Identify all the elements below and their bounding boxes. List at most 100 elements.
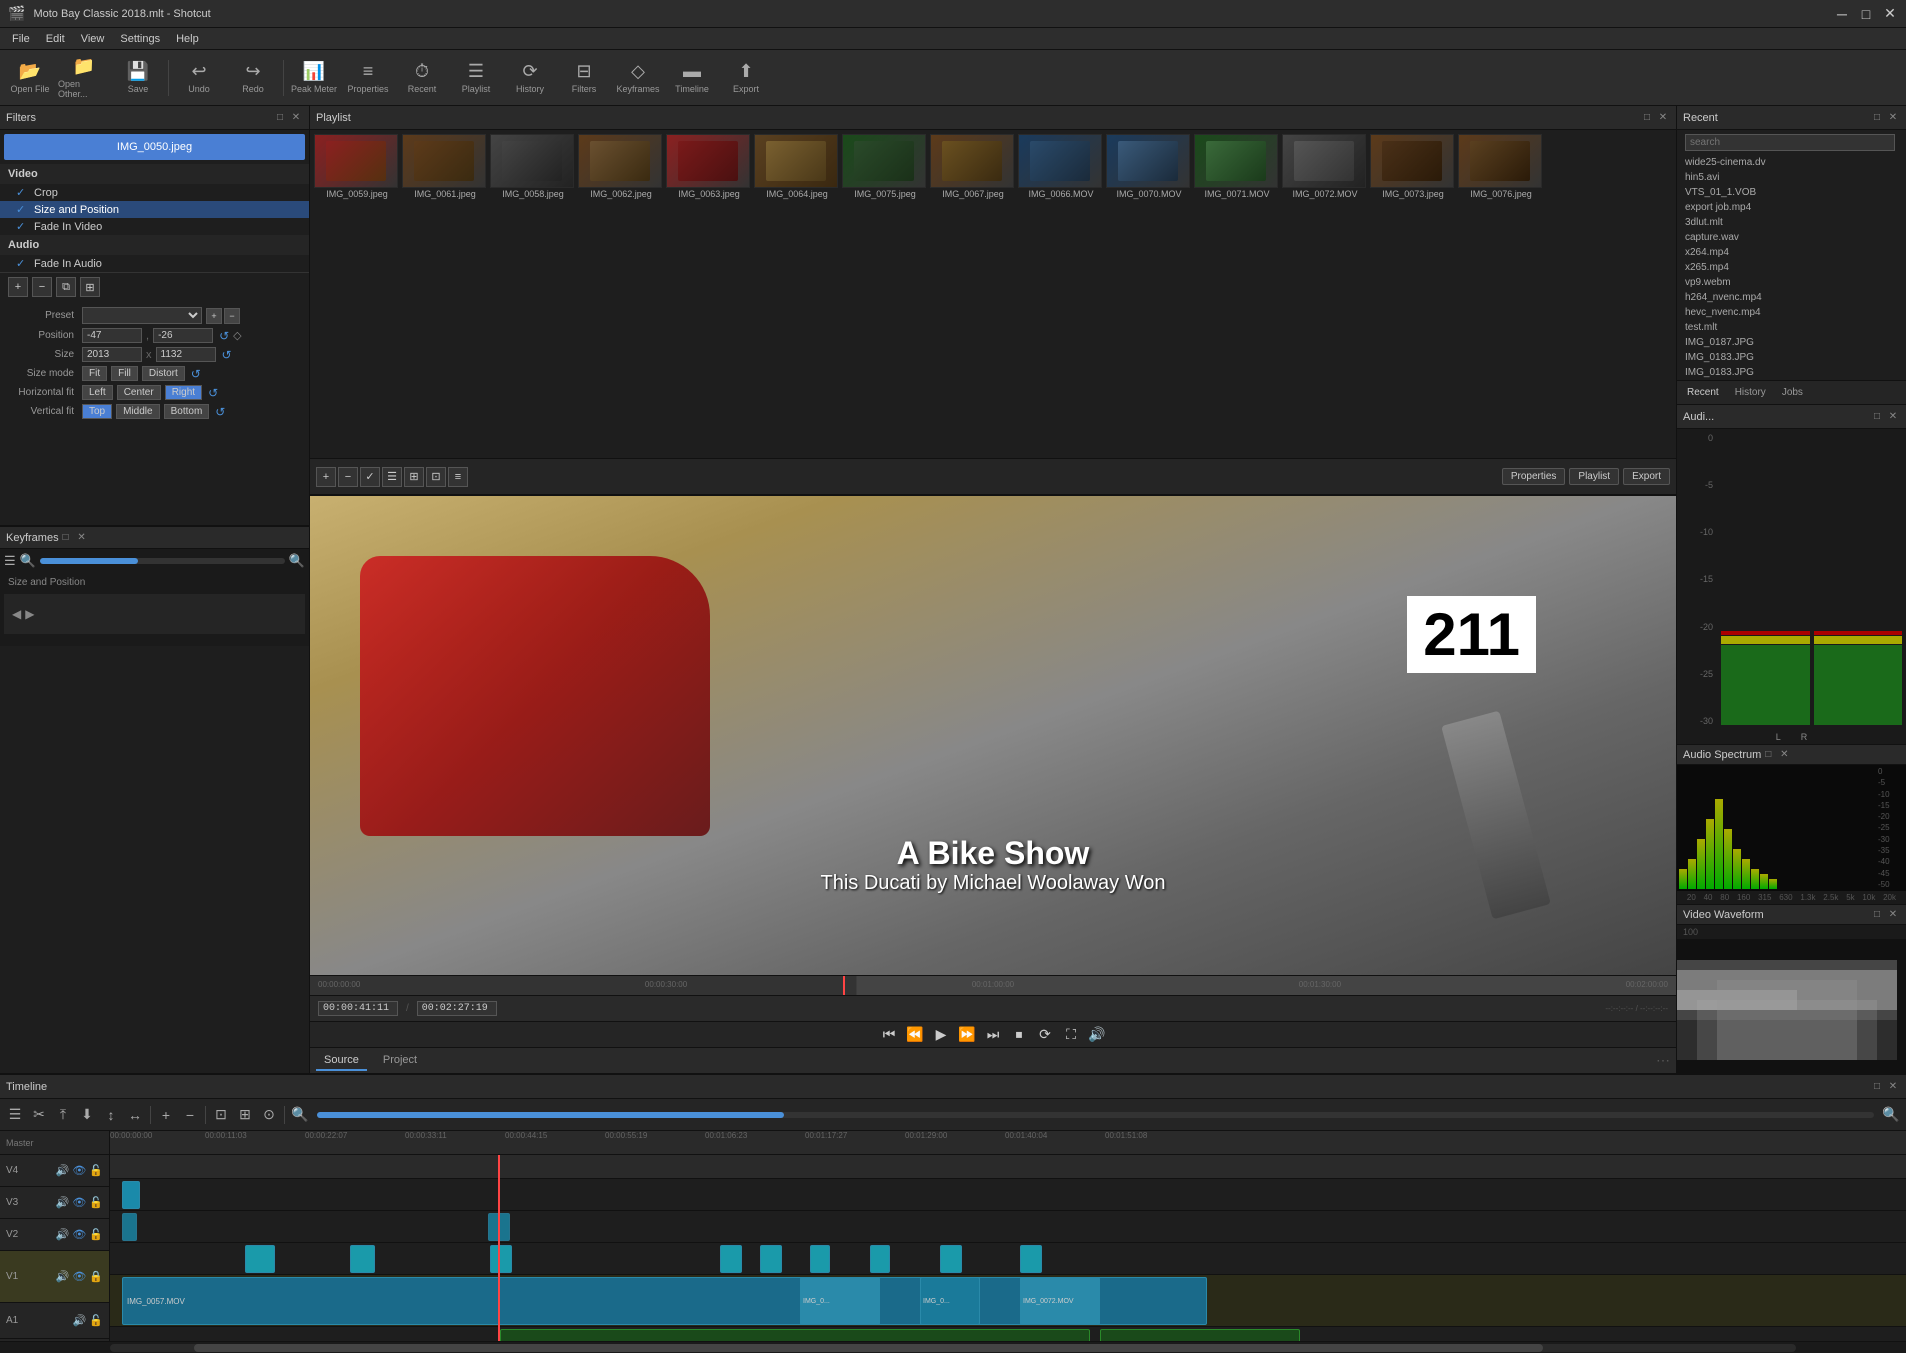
save-button[interactable]: 💾 Save (112, 53, 164, 103)
tl-remove-track-button[interactable]: − (179, 1104, 201, 1126)
vw-close-button[interactable]: ✕ (1886, 908, 1900, 922)
as-expand-button[interactable]: □ (1761, 748, 1775, 762)
filters-expand-button[interactable]: □ (273, 111, 287, 125)
playlist-expand-button[interactable]: □ (1640, 111, 1654, 125)
size-w-input[interactable] (82, 347, 142, 362)
playlist-playlist-btn[interactable]: Playlist (1569, 468, 1619, 485)
clip-v4-1[interactable] (122, 1181, 140, 1209)
playlist-item-4[interactable]: IMG_0063.jpeg (666, 134, 752, 200)
timeline-expand-button[interactable]: □ (1870, 1080, 1884, 1094)
V1-eye-icon[interactable]: 👁 (72, 1270, 86, 1283)
A1-audio-icon[interactable]: 🔊 (73, 1314, 87, 1327)
recent-item-0[interactable]: wide25-cinema.dv (1677, 155, 1906, 170)
vu-expand-button[interactable]: □ (1870, 410, 1884, 424)
tl-snap-button[interactable]: ⊡ (210, 1104, 232, 1126)
timecode-in-input[interactable] (318, 1001, 398, 1016)
keyframes-button[interactable]: ◇ Keyframes (612, 53, 664, 103)
size-mode-distort-button[interactable]: Distort (142, 366, 185, 381)
kf-list-view-button[interactable]: ☰ (4, 553, 16, 569)
menu-edit[interactable]: Edit (38, 31, 73, 47)
position-y-input[interactable] (153, 328, 213, 343)
tl-scrub-button[interactable]: ⊞ (234, 1104, 256, 1126)
V1-audio-icon[interactable]: 🔊 (56, 1270, 70, 1283)
kf-zoom-in-button[interactable]: 🔍 (289, 553, 305, 569)
recent-item-1[interactable]: hin5.avi (1677, 170, 1906, 185)
tl-ripple-button[interactable]: ↕ (100, 1104, 122, 1126)
transport-volume-button[interactable]: 🔊 (1087, 1024, 1107, 1044)
tl-ripple-all-button[interactable]: ⊙ (258, 1104, 280, 1126)
recent-item-3[interactable]: export job.mp4 (1677, 200, 1906, 215)
clip-v1-sub3[interactable]: IMG_0072.MOV (1020, 1277, 1100, 1325)
playlist-item-9[interactable]: IMG_0070.MOV (1106, 134, 1192, 200)
recent-item-9[interactable]: h264_nvenc.mp4 (1677, 290, 1906, 305)
V3-lock-icon[interactable]: 🔓 (89, 1196, 103, 1209)
remove-filter-button[interactable]: − (32, 277, 52, 297)
peak-meter-button[interactable]: 📊 Peak Meter (288, 53, 340, 103)
menu-settings[interactable]: Settings (112, 31, 168, 47)
playlist-button[interactable]: ☰ Playlist (450, 53, 502, 103)
timeline-scroll-track[interactable] (110, 1344, 1796, 1352)
tab-history[interactable]: History (1731, 387, 1770, 398)
preview-timeline-bar[interactable]: 00:00:00:00 00:00:30:00 00:01:00:00 00:0… (310, 975, 1676, 995)
playlist-item-11[interactable]: IMG_0072.MOV (1282, 134, 1368, 200)
playlist-timeline-view-button[interactable]: ≡ (448, 467, 468, 487)
preset-delete-button[interactable]: − (224, 308, 240, 324)
tl-menu-button[interactable]: ☰ (4, 1104, 26, 1126)
size-h-input[interactable] (156, 347, 216, 362)
horizontal-center-button[interactable]: Center (117, 385, 161, 400)
transport-skip-end-button[interactable]: ⏭ (983, 1024, 1003, 1044)
maximize-button[interactable]: □ (1858, 6, 1874, 22)
history-button[interactable]: ⟳ History (504, 53, 556, 103)
V2-eye-icon[interactable]: 👁 (72, 1228, 86, 1241)
timeline-scroll-thumb[interactable] (194, 1344, 1543, 1352)
tl-replace-button[interactable]: ↔ (124, 1104, 146, 1126)
recent-close-button[interactable]: ✕ (1886, 111, 1900, 125)
clip-v2-5[interactable] (760, 1245, 782, 1273)
vertical-middle-button[interactable]: Middle (116, 404, 159, 419)
clip-v2-2[interactable] (350, 1245, 375, 1273)
open-other-button[interactable]: 📁 Open Other... (58, 53, 110, 103)
playlist-remove-button[interactable]: − (338, 467, 358, 487)
clip-v2-8[interactable] (940, 1245, 962, 1273)
transport-play-button[interactable]: ▶ (931, 1024, 951, 1044)
playlist-confirm-button[interactable]: ✓ (360, 467, 380, 487)
filter-fade-in-audio[interactable]: ✓ Fade In Audio (0, 255, 309, 272)
horizontal-reset-button[interactable]: ↺ (208, 386, 218, 400)
tl-zoom-out-button[interactable]: 🔍 (289, 1104, 311, 1126)
recent-item-7[interactable]: x265.mp4 (1677, 260, 1906, 275)
recent-item-12[interactable]: IMG_0187.JPG (1677, 335, 1906, 350)
playlist-item-5[interactable]: IMG_0064.jpeg (754, 134, 840, 200)
V3-eye-icon[interactable]: 👁 (72, 1196, 86, 1209)
menu-help[interactable]: Help (168, 31, 207, 47)
vertical-reset-button[interactable]: ↺ (215, 405, 225, 419)
A1-lock-icon[interactable]: 🔓 (89, 1314, 103, 1327)
playlist-grid-view-button[interactable]: ⊞ (404, 467, 424, 487)
kf-prev-button[interactable]: ◀ (12, 607, 21, 621)
export-button[interactable]: ⬆ Export (720, 53, 772, 103)
kf-play-button[interactable]: ▶ (25, 607, 34, 621)
recent-button[interactable]: ⏱ Recent (396, 53, 448, 103)
filter-size-position[interactable]: ✓ Size and Position (0, 201, 309, 218)
kf-zoom-out-button[interactable]: 🔍 (20, 553, 36, 569)
filters-button[interactable]: ⊟ Filters (558, 53, 610, 103)
as-close-button[interactable]: ✕ (1777, 748, 1791, 762)
preview-source-tab[interactable]: Source (316, 1051, 367, 1071)
playlist-properties-btn[interactable]: Properties (1502, 468, 1566, 485)
playlist-item-8[interactable]: IMG_0066.MOV (1018, 134, 1104, 200)
timecode-out-input[interactable] (417, 1001, 497, 1016)
copy-filter-button[interactable]: ⧉ (56, 277, 76, 297)
properties-button[interactable]: ≡ Properties (342, 53, 394, 103)
recent-item-11[interactable]: test.mlt (1677, 320, 1906, 335)
recent-item-2[interactable]: VTS_01_1.VOB (1677, 185, 1906, 200)
playlist-details-view-button[interactable]: ⊡ (426, 467, 446, 487)
transport-prev-frame-button[interactable]: ⏪ (905, 1024, 925, 1044)
tl-overwrite-button[interactable]: ⬇ (76, 1104, 98, 1126)
keyframes-expand-button[interactable]: □ (59, 531, 73, 545)
recent-item-14[interactable]: IMG_0183.JPG (1677, 365, 1906, 380)
V4-lock-icon[interactable]: 🔓 (89, 1164, 103, 1177)
recent-item-4[interactable]: 3dlut.mlt (1677, 215, 1906, 230)
playlist-item-12[interactable]: IMG_0073.jpeg (1370, 134, 1456, 200)
V1-lock-icon[interactable]: 🔒 (89, 1270, 103, 1283)
horizontal-right-button[interactable]: Right (165, 385, 202, 400)
clip-v2-6[interactable] (810, 1245, 830, 1273)
